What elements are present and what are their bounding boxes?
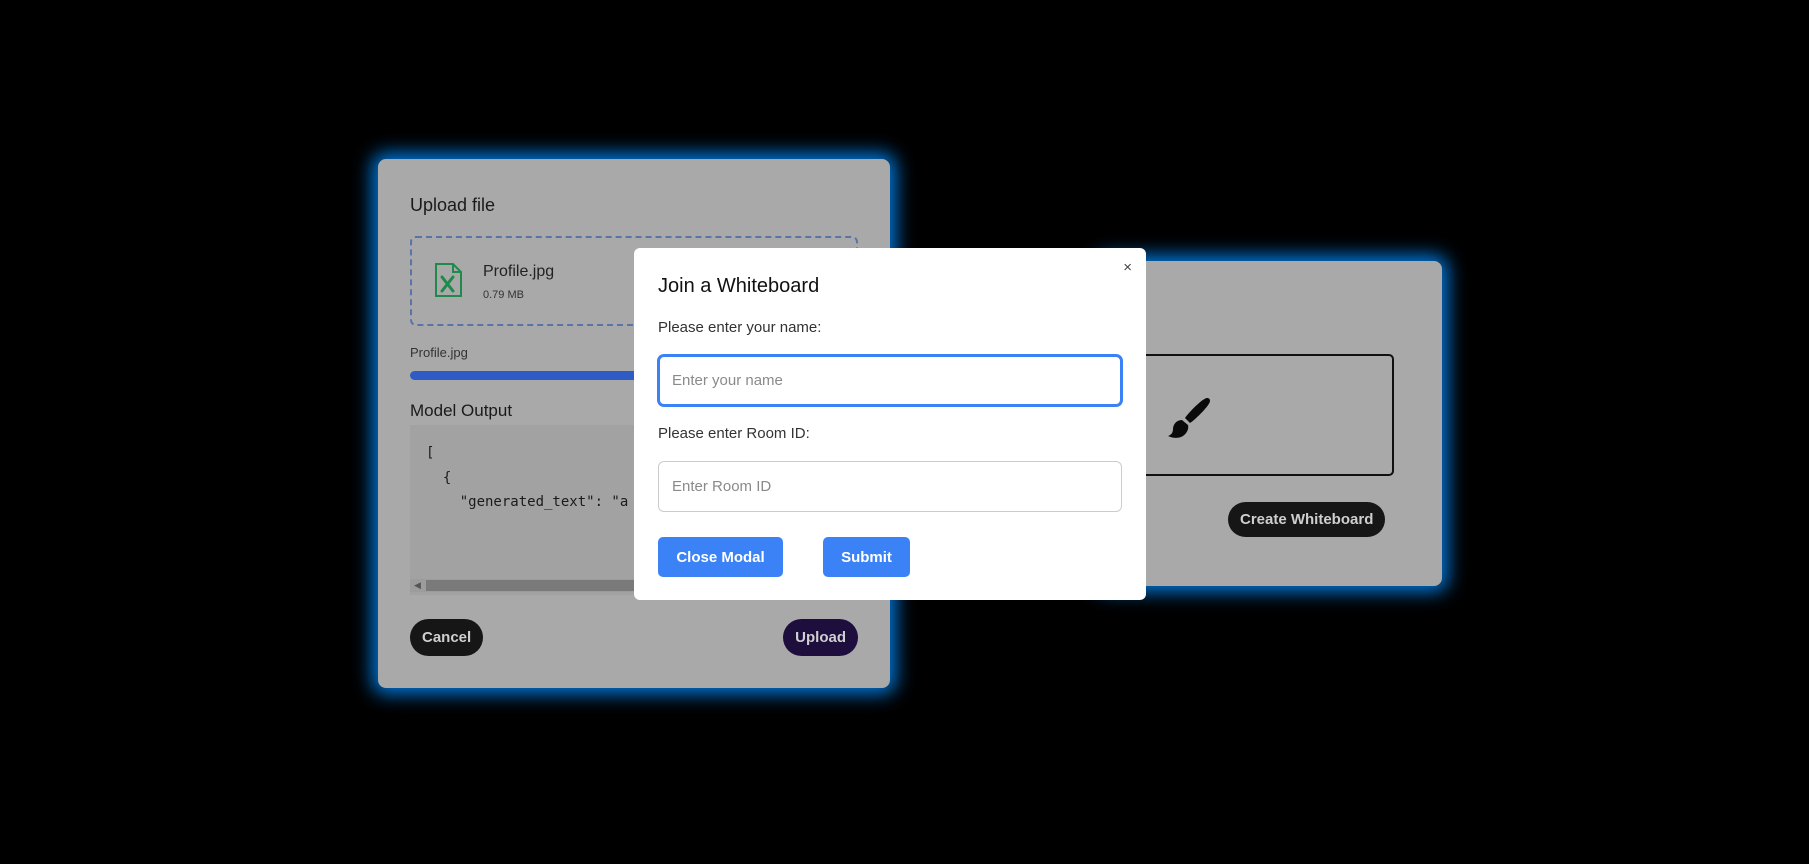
- model-output-title: Model Output: [410, 401, 513, 420]
- scroll-left-arrow-icon[interactable]: ◀: [414, 579, 421, 592]
- name-field-label: Please enter your name:: [658, 319, 822, 336]
- room-id-field-label: Please enter Room ID:: [658, 425, 810, 442]
- file-name: Profile.jpg: [483, 263, 555, 280]
- create-whiteboard-button[interactable]: Create Whiteboard: [1228, 502, 1386, 537]
- excel-file-icon: [434, 263, 462, 297]
- submit-button[interactable]: Submit: [823, 537, 910, 577]
- page-backdrop: Upload file Profile.jpg 0.79 MB Profile.…: [0, 0, 1809, 864]
- file-size: 0.79 MB: [483, 289, 524, 301]
- modal-title: Join a Whiteboard: [658, 275, 820, 297]
- join-whiteboard-modal: × Join a Whiteboard Please enter your na…: [634, 248, 1146, 600]
- whiteboard-card: Create Whiteboard: [1100, 261, 1442, 586]
- close-modal-button[interactable]: Close Modal: [658, 537, 783, 577]
- progress-file-label: Profile.jpg: [410, 345, 468, 360]
- close-icon[interactable]: ×: [1123, 260, 1132, 275]
- paintbrush-icon: [1167, 394, 1213, 440]
- upload-card-title: Upload file: [410, 195, 496, 215]
- room-id-input[interactable]: [658, 461, 1122, 512]
- name-input[interactable]: [658, 355, 1122, 406]
- cancel-button[interactable]: Cancel: [410, 619, 484, 656]
- upload-button[interactable]: Upload: [783, 619, 858, 656]
